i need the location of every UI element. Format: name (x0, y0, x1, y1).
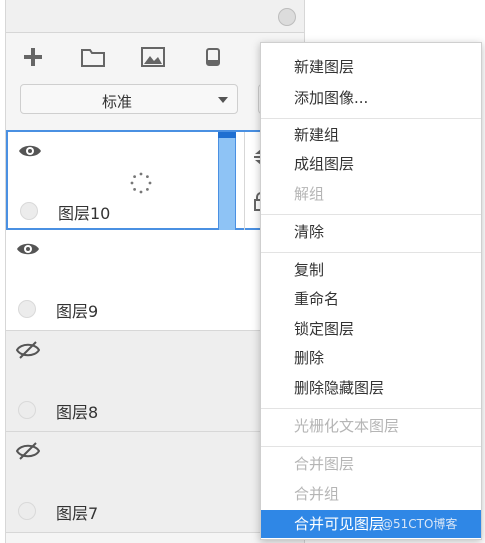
menu-item-new-group[interactable]: 新建组 (261, 121, 481, 149)
menu-separator (261, 214, 481, 215)
blend-mode-select[interactable]: 标准 (20, 84, 238, 114)
delete-icon (206, 48, 220, 66)
add-image-button[interactable] (138, 43, 168, 71)
menu-item-merge-group[interactable]: 合并组 (261, 480, 481, 508)
menu-item-clear[interactable]: 清除 (261, 218, 481, 246)
menu-item-ungroup[interactable]: 解组 (261, 180, 481, 208)
menu-item-delete-hidden-layers[interactable]: 删除隐藏图层 (261, 374, 481, 402)
blend-mode-value: 标准 (101, 93, 132, 111)
menu-separator (261, 408, 481, 409)
delete-layer-button[interactable] (198, 43, 228, 71)
menu-item-duplicate[interactable]: 复制 (261, 256, 481, 284)
add-icon (24, 48, 42, 66)
menu-item-merge-layers[interactable]: 合并图层 (261, 450, 481, 478)
opacity-slider[interactable] (218, 132, 236, 230)
menu-item-rename[interactable]: 重命名 (261, 285, 481, 313)
menu-item-label: 合并可见图层 (294, 515, 385, 533)
panel-titlebar (6, 0, 304, 33)
close-button[interactable] (278, 8, 296, 26)
menu-item-merge-visible-layers[interactable]: 合并可见图层 @51CTO博客 (261, 510, 481, 538)
layer-name: 图层8 (56, 403, 99, 422)
menu-item-new-layer[interactable]: 新建图层 (261, 53, 481, 81)
watermark: @51CTO博客 (381, 517, 458, 531)
layer-select-radio[interactable] (18, 502, 36, 520)
layer-name: 图层9 (56, 302, 99, 321)
layer-name: 图层10 (58, 204, 111, 223)
layer-select-radio[interactable] (18, 300, 36, 318)
layer-name: 图层7 (56, 504, 99, 523)
opacity-slider-handle[interactable] (218, 132, 236, 138)
chevron-down-icon (218, 97, 228, 103)
menu-separator (261, 118, 481, 119)
menu-item-delete[interactable]: 删除 (261, 344, 481, 372)
menu-item-rasterize-text[interactable]: 光栅化文本图层 (261, 412, 481, 440)
menu-separator (261, 252, 481, 253)
menu-item-add-image[interactable]: 添加图像... (261, 84, 481, 112)
eye-icon[interactable] (16, 240, 40, 258)
menu-item-group-layers[interactable]: 成组图层 (261, 150, 481, 178)
eye-hidden-icon[interactable] (16, 341, 40, 359)
loading-spinner-icon (130, 172, 152, 194)
new-group-button[interactable] (78, 43, 108, 71)
menu-item-lock-layer[interactable]: 锁定图层 (261, 315, 481, 343)
add-layer-button[interactable] (18, 43, 48, 71)
folder-icon (81, 49, 105, 67)
layer-context-menu: 新建图层 添加图像... 新建组 成组图层 解组 清除 复制 重命名 锁定图层 … (260, 42, 482, 540)
layer-select-radio[interactable] (18, 401, 36, 419)
image-icon (141, 47, 165, 67)
eye-hidden-icon[interactable] (16, 442, 40, 460)
layer-select-radio[interactable] (20, 202, 38, 220)
eye-icon[interactable] (18, 142, 42, 160)
menu-separator (261, 446, 481, 447)
